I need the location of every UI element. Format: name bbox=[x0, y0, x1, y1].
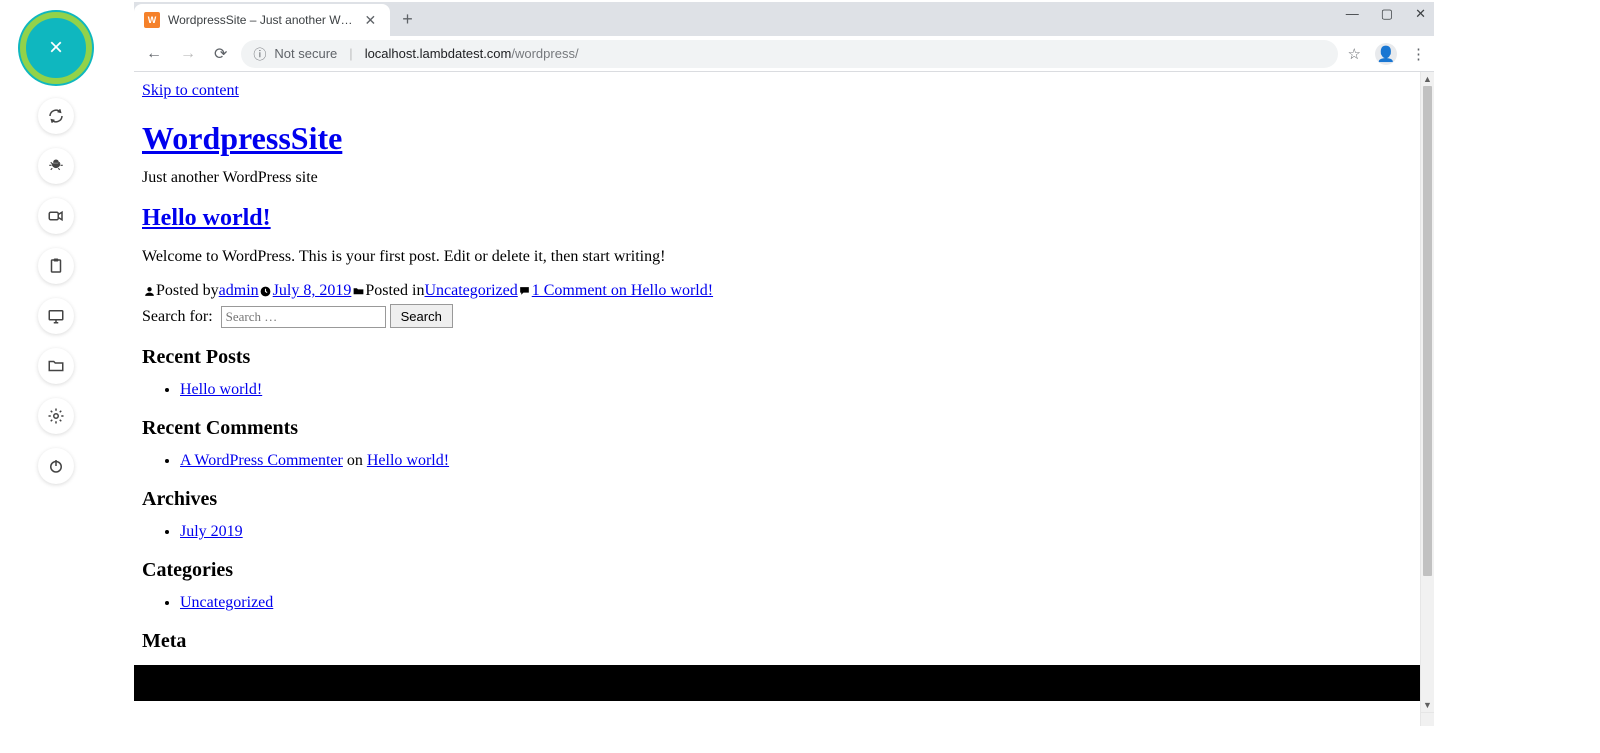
tool-sidebar: × bbox=[20, 12, 92, 484]
post-title: Hello world! bbox=[142, 205, 1412, 232]
categories-heading: Categories bbox=[142, 559, 1412, 582]
scroll-thumb[interactable] bbox=[1423, 86, 1432, 576]
maximize-button[interactable]: ▢ bbox=[1381, 6, 1393, 22]
category-item-link[interactable]: Uncategorized bbox=[180, 594, 273, 611]
commenter-link[interactable]: A WordPress Commenter bbox=[180, 452, 343, 469]
tab-title: WordpressSite – Just another W… bbox=[168, 13, 353, 27]
close-icon: × bbox=[49, 34, 63, 62]
close-session-button[interactable]: × bbox=[20, 12, 92, 84]
clock-icon bbox=[259, 284, 273, 298]
commented-post-link[interactable]: Hello world! bbox=[367, 452, 449, 469]
archives-list: July 2019 bbox=[142, 523, 1412, 541]
recent-post-link[interactable]: Hello world! bbox=[180, 381, 262, 398]
archive-link[interactable]: July 2019 bbox=[180, 523, 243, 540]
list-item: July 2019 bbox=[180, 523, 1412, 541]
clipboard-icon[interactable] bbox=[38, 248, 74, 284]
video-icon[interactable] bbox=[38, 198, 74, 234]
footer-bar bbox=[134, 665, 1420, 701]
tagline: Just another WordPress site bbox=[142, 169, 1412, 187]
favicon-icon: W bbox=[144, 12, 160, 28]
minimize-button[interactable]: — bbox=[1346, 6, 1359, 22]
tab-strip: W WordpressSite – Just another W… ✕ + — … bbox=[134, 2, 1434, 36]
back-button[interactable]: ← bbox=[142, 41, 166, 67]
category-link[interactable]: Uncategorized bbox=[424, 282, 517, 300]
window-controls: — ▢ ✕ bbox=[1346, 6, 1426, 22]
list-item: Hello world! bbox=[180, 381, 1412, 399]
url-separator: | bbox=[349, 46, 352, 61]
date-link[interactable]: July 8, 2019 bbox=[273, 282, 352, 300]
comments-link[interactable]: 1 Comment on Hello world! bbox=[532, 282, 713, 300]
browser-window: W WordpressSite – Just another W… ✕ + — … bbox=[134, 2, 1434, 726]
bug-icon[interactable] bbox=[38, 148, 74, 184]
post-excerpt: Welcome to WordPress. This is your first… bbox=[142, 248, 1412, 266]
tab-close-icon[interactable]: ✕ bbox=[361, 10, 381, 31]
categories-list: Uncategorized bbox=[142, 594, 1412, 612]
scroll-down-icon[interactable]: ▼ bbox=[1421, 698, 1434, 712]
archives-heading: Archives bbox=[142, 488, 1412, 511]
recent-comments-list: A WordPress Commenter on Hello world! bbox=[142, 452, 1412, 470]
power-icon[interactable] bbox=[38, 448, 74, 484]
folder-icon[interactable] bbox=[38, 348, 74, 384]
comment-icon bbox=[518, 284, 532, 298]
browser-tab[interactable]: W WordpressSite – Just another W… ✕ bbox=[134, 4, 390, 36]
address-bar: ← → ⟳ ⓘ Not secure | localhost.lambdates… bbox=[134, 36, 1434, 72]
gear-icon[interactable] bbox=[38, 398, 74, 434]
search-button[interactable]: Search bbox=[390, 304, 453, 328]
posted-in-label: Posted in bbox=[365, 282, 424, 300]
site-title-link[interactable]: WordpressSite bbox=[142, 120, 342, 156]
recent-comments-heading: Recent Comments bbox=[142, 417, 1412, 440]
url-text: localhost.lambdatest.com/wordpress/ bbox=[365, 46, 579, 61]
reload-button[interactable]: ⟳ bbox=[210, 40, 231, 68]
toolbar-right: ☆ 👤 ⋮ bbox=[1348, 43, 1426, 65]
forward-button[interactable]: → bbox=[176, 41, 200, 67]
info-icon: ⓘ bbox=[253, 44, 266, 63]
posted-by-label: Posted by bbox=[156, 282, 219, 300]
viewport: Skip to content WordpressSite Just anoth… bbox=[134, 72, 1434, 726]
sync-icon[interactable] bbox=[38, 98, 74, 134]
profile-icon[interactable]: 👤 bbox=[1375, 43, 1397, 65]
recent-posts-heading: Recent Posts bbox=[142, 346, 1412, 369]
vertical-scrollbar[interactable]: ▲ ▼ bbox=[1420, 72, 1434, 712]
recent-posts-list: Hello world! bbox=[142, 381, 1412, 399]
scrollbar-corner bbox=[1420, 712, 1434, 726]
list-item: A WordPress Commenter on Hello world! bbox=[180, 452, 1412, 470]
list-item: Uncategorized bbox=[180, 594, 1412, 612]
page-content: Skip to content WordpressSite Just anoth… bbox=[134, 72, 1420, 726]
author-link[interactable]: admin bbox=[219, 282, 259, 300]
monitor-icon[interactable] bbox=[38, 298, 74, 334]
search-form: Search for: Search bbox=[142, 304, 1412, 328]
menu-icon[interactable]: ⋮ bbox=[1411, 45, 1426, 63]
meta-heading: Meta bbox=[142, 630, 1412, 653]
window-close-button[interactable]: ✕ bbox=[1415, 6, 1426, 22]
new-tab-button[interactable]: + bbox=[390, 9, 425, 36]
url-box[interactable]: ⓘ Not secure | localhost.lambdatest.com/… bbox=[241, 40, 1337, 68]
on-text: on bbox=[343, 452, 367, 469]
search-label: Search for: bbox=[142, 308, 213, 325]
search-input[interactable] bbox=[221, 306, 386, 328]
site-title: WordpressSite bbox=[142, 120, 1412, 157]
post-meta: Posted by admin July 8, 2019 Posted in U… bbox=[142, 282, 1412, 300]
person-icon bbox=[142, 284, 156, 298]
scroll-up-icon[interactable]: ▲ bbox=[1421, 72, 1434, 86]
skip-to-content-link[interactable]: Skip to content bbox=[142, 82, 239, 100]
security-label: Not secure bbox=[274, 46, 337, 61]
post-title-link[interactable]: Hello world! bbox=[142, 205, 271, 231]
bookmark-icon[interactable]: ☆ bbox=[1348, 45, 1361, 63]
folder-meta-icon bbox=[351, 284, 365, 298]
